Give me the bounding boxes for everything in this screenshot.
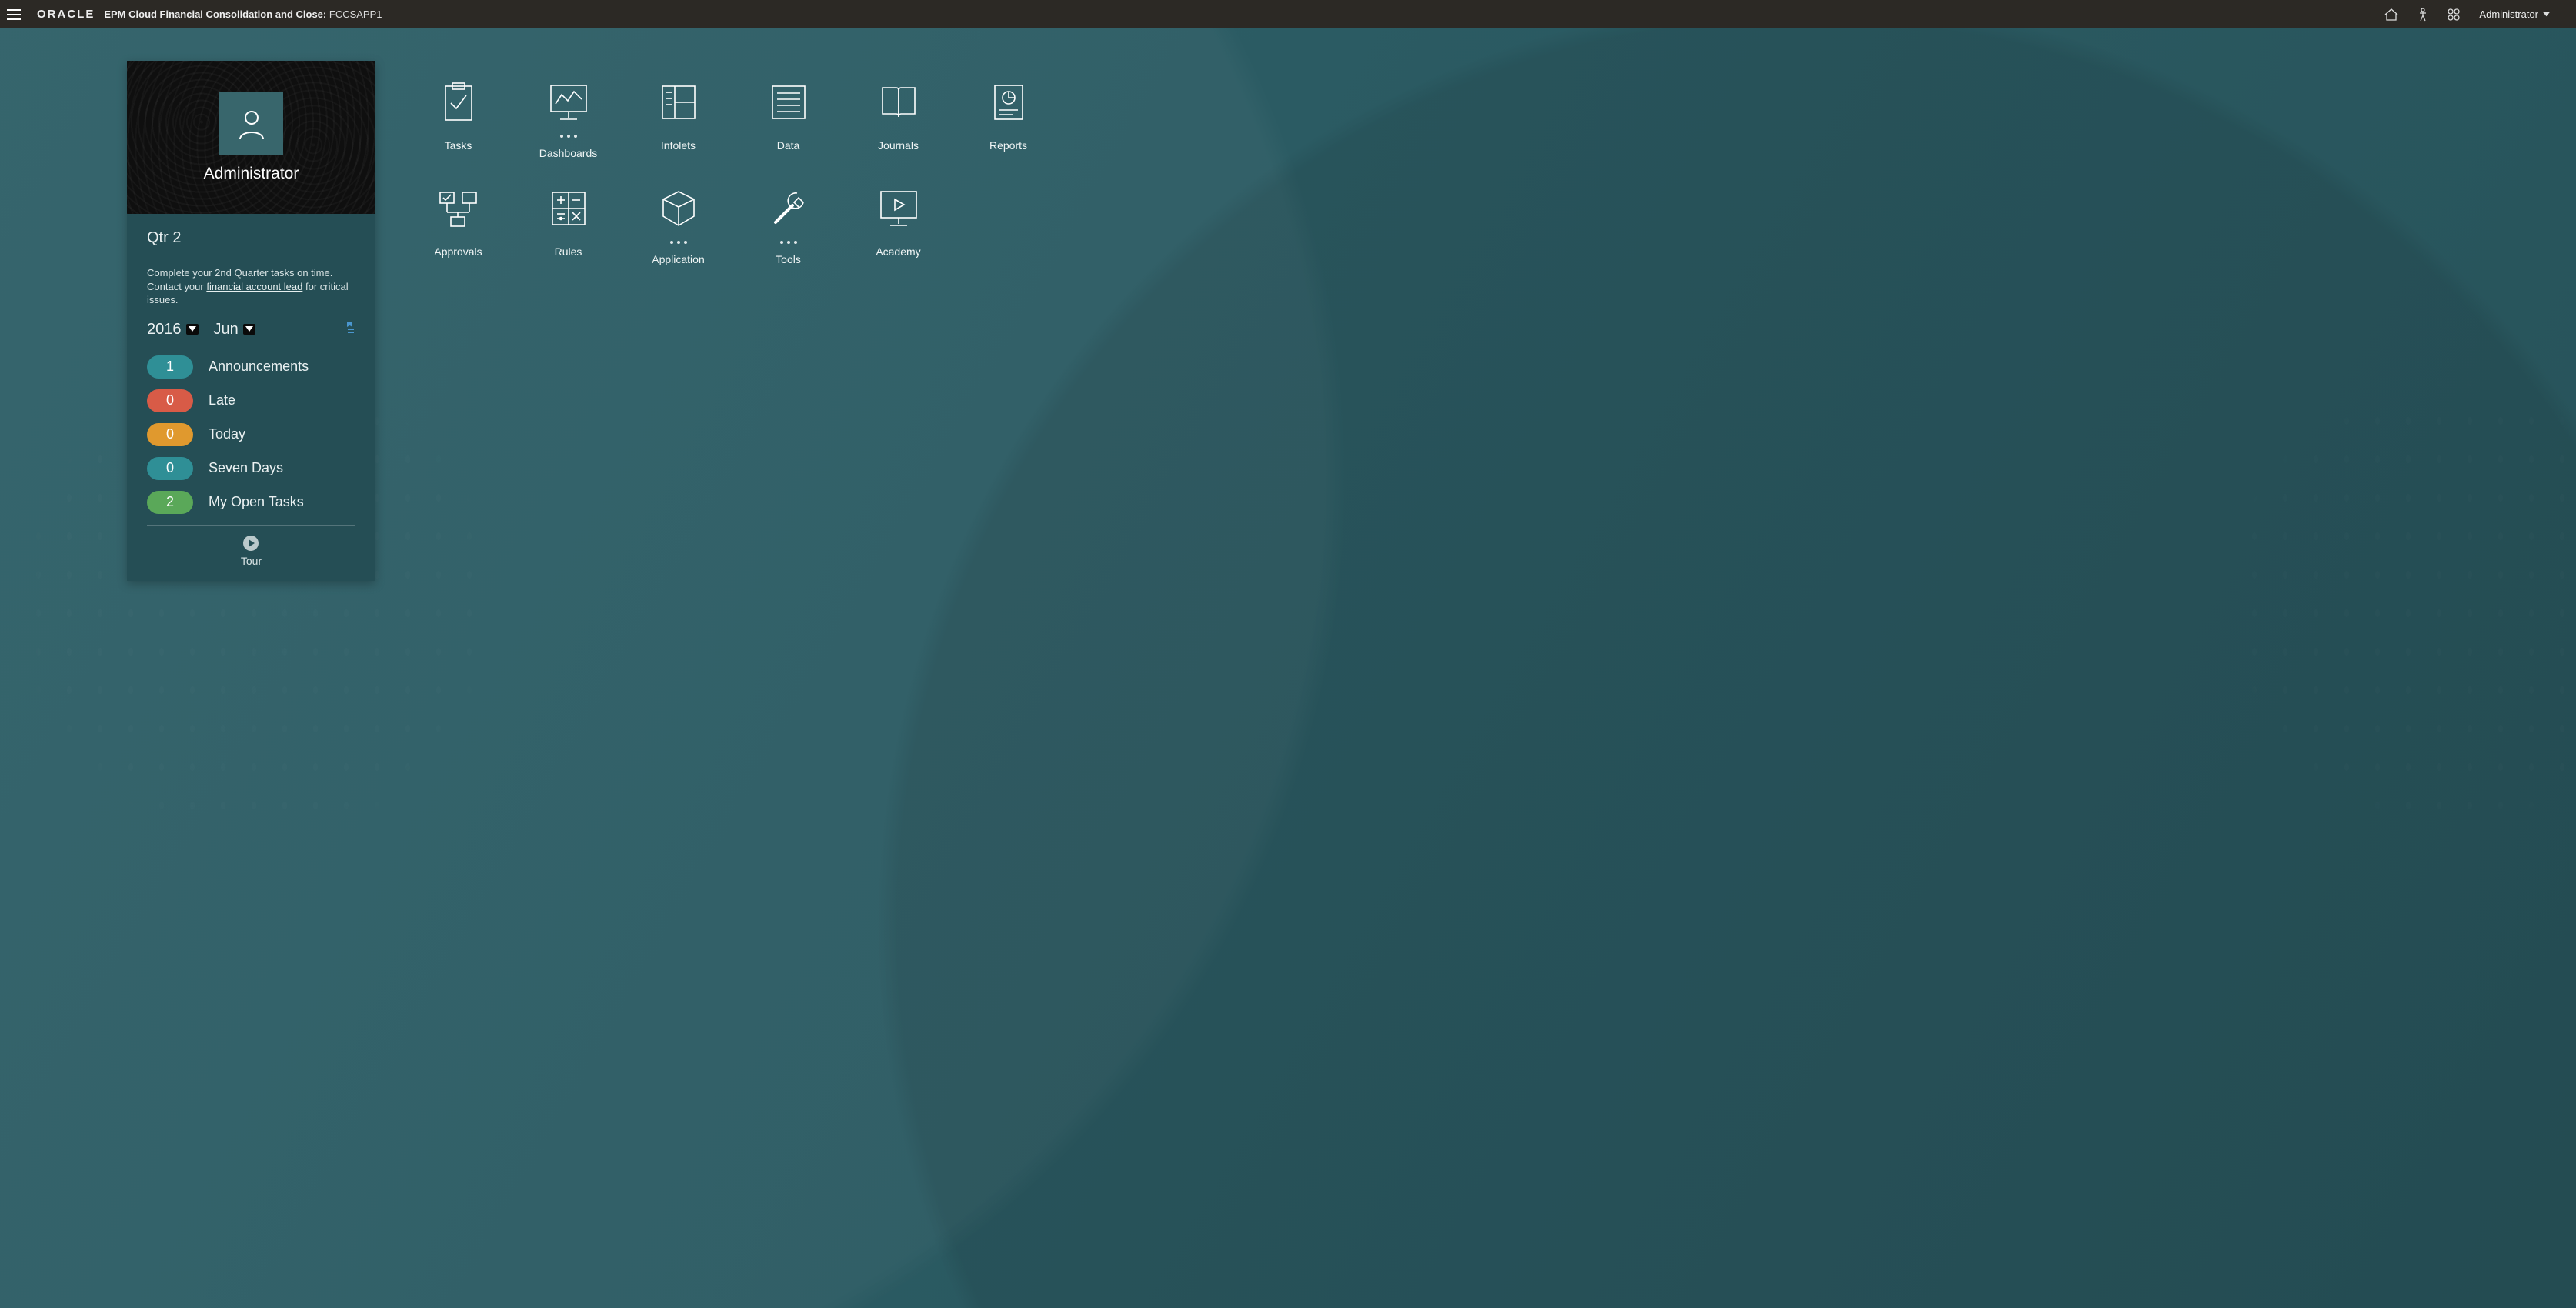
approvals-icon: [437, 181, 480, 236]
tile-label: Application: [652, 253, 705, 265]
dashboards-icon: [548, 75, 589, 130]
year-selector[interactable]: 2016: [147, 321, 199, 339]
bookmark-button[interactable]: [346, 322, 355, 338]
chevron-down-icon: [245, 326, 253, 332]
stat-count: 0: [147, 389, 193, 412]
tile-approvals[interactable]: Approvals: [403, 181, 513, 265]
welcome-card: Administrator Qtr 2 Complete your 2nd Qu…: [127, 61, 375, 581]
tile-dashboards[interactable]: Dashboards: [513, 75, 623, 159]
tile-data[interactable]: Data: [733, 75, 843, 159]
tile-label: Reports: [989, 139, 1027, 152]
tile-label: Tools: [776, 253, 801, 265]
play-icon: [242, 535, 259, 552]
hamburger-icon: [7, 9, 21, 20]
tour-button[interactable]: Tour: [241, 535, 262, 567]
stat-label: Announcements: [209, 359, 309, 375]
apps-grid-button[interactable]: [2447, 8, 2461, 22]
year-dropdown: [186, 324, 199, 335]
journals-icon: [878, 75, 919, 130]
tour-label: Tour: [241, 555, 262, 567]
tile-rules[interactable]: Rules: [513, 181, 623, 265]
data-icon: [769, 75, 808, 130]
stat-count: 0: [147, 457, 193, 480]
card-header: Administrator: [127, 61, 375, 214]
stat-list: 1 Announcements 0 Late 0 Today 0 Seven Days 2 My …: [147, 355, 355, 514]
home-button[interactable]: [2384, 8, 2399, 21]
app-title-instance: FCCSAPP1: [329, 8, 382, 20]
tiles-grid: Tasks Dashboards Infolets Data Journals Repor…: [403, 75, 2576, 265]
stat-row[interactable]: 1 Announcements: [147, 355, 355, 379]
home-icon: [2384, 8, 2399, 21]
tile-journals[interactable]: Journals: [843, 75, 953, 159]
rules-icon: [549, 181, 588, 236]
tile-label: Journals: [878, 139, 919, 152]
username: Administrator: [204, 165, 299, 183]
tile-reports[interactable]: Reports: [953, 75, 1063, 159]
academy-icon: [878, 181, 919, 236]
topbar: ORACLE EPM Cloud Financial Consolidation…: [0, 0, 2576, 28]
chevron-down-icon: [189, 326, 196, 332]
accessibility-icon: [2418, 8, 2428, 22]
tile-label: Tasks: [445, 139, 472, 152]
topbar-icons: Administrator: [2384, 8, 2576, 22]
tile-dots: [560, 135, 577, 138]
stat-count: 0: [147, 423, 193, 446]
oracle-logo: ORACLE: [28, 8, 104, 21]
stat-row[interactable]: 2 My Open Tasks: [147, 491, 355, 514]
tile-infolets[interactable]: Infolets: [623, 75, 733, 159]
stat-row[interactable]: 0 Seven Days: [147, 457, 355, 480]
app-title-product: EPM Cloud Financial Consolidation and Cl…: [104, 8, 326, 20]
chevron-down-icon: [2543, 11, 2550, 18]
tile-label: Rules: [555, 245, 582, 258]
user-menu-label: Administrator: [2479, 8, 2538, 20]
apps-grid-icon: [2447, 8, 2461, 22]
stat-row[interactable]: 0 Today: [147, 423, 355, 446]
stat-row[interactable]: 0 Late: [147, 389, 355, 412]
stat-count: 2: [147, 491, 193, 514]
month-dropdown: [243, 324, 255, 335]
stat-label: Today: [209, 426, 245, 442]
tasks-icon: [441, 75, 476, 130]
tile-academy[interactable]: Academy: [843, 181, 953, 265]
tile-application[interactable]: Application: [623, 181, 733, 265]
tile-label: Dashboards: [539, 147, 598, 159]
quarter-title: Qtr 2: [147, 229, 355, 247]
reports-icon: [992, 75, 1026, 130]
application-icon: [659, 181, 699, 236]
tile-tasks[interactable]: Tasks: [403, 75, 513, 159]
user-icon: [237, 108, 266, 139]
tile-label: Data: [777, 139, 800, 152]
month-selector[interactable]: Jun: [214, 321, 255, 339]
infolets-icon: [659, 75, 698, 130]
year-value: 2016: [147, 321, 182, 339]
instruction-text: Complete your 2nd Quarter tasks on time.…: [147, 266, 355, 307]
tile-tools[interactable]: Tools: [733, 181, 843, 265]
stat-label: Seven Days: [209, 460, 283, 476]
tile-label: Infolets: [661, 139, 696, 152]
app-title: EPM Cloud Financial Consolidation and Cl…: [104, 8, 382, 20]
stage: Administrator Qtr 2 Complete your 2nd Qu…: [0, 28, 2576, 1308]
hamburger-menu[interactable]: [0, 9, 28, 20]
tile-label: Approvals: [434, 245, 482, 258]
instruction-link[interactable]: financial account lead: [206, 281, 302, 292]
user-menu[interactable]: Administrator: [2479, 8, 2561, 20]
stat-count: 1: [147, 355, 193, 379]
month-value: Jun: [214, 321, 239, 339]
tools-icon: [769, 181, 808, 236]
avatar: [219, 92, 283, 155]
tile-dots: [670, 241, 687, 244]
stat-label: My Open Tasks: [209, 494, 304, 510]
bookmark-icon: [346, 322, 355, 334]
tile-label: Academy: [876, 245, 920, 258]
accessibility-button[interactable]: [2418, 8, 2428, 22]
tile-dots: [780, 241, 797, 244]
stat-label: Late: [209, 392, 235, 409]
